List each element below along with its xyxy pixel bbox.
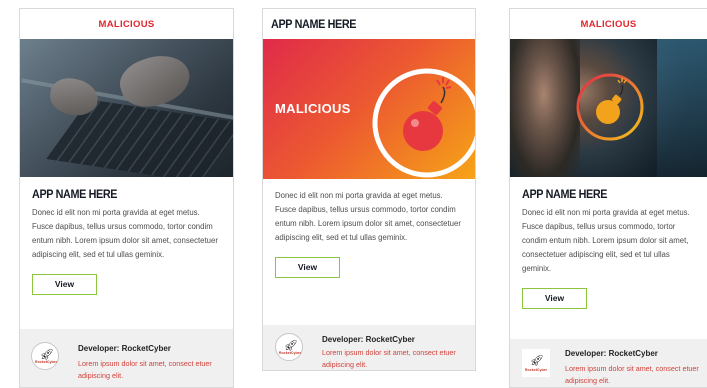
app-image-laptop [20, 39, 233, 177]
app-description: Donec id elit non mi porta gravida at eg… [275, 191, 461, 242]
developer-description: Lorem ipsum dolor sit amet, consect etue… [322, 348, 456, 369]
view-button[interactable]: View [522, 288, 587, 309]
category-bar: MALICIOUS [510, 9, 707, 39]
rocket-icon: 🚀︎ [530, 355, 544, 367]
app-card-1: MALICIOUS APP NAME HERE Donec id elit no… [19, 8, 234, 388]
app-title: APP NAME HERE [522, 187, 608, 201]
developer-logo: 🚀︎ RocketCyber [275, 333, 303, 361]
hero-category-label: MALICIOUS [275, 101, 351, 116]
view-button[interactable]: View [32, 274, 97, 295]
category-bar: MALICIOUS [20, 9, 233, 39]
developer-footer: 🚀︎ RocketCyber Developer: RocketCyber Lo… [20, 329, 233, 387]
developer-name: Developer: RocketCyber [78, 344, 171, 353]
title-bar: APP NAME HERE [263, 9, 475, 39]
developer-description: Lorem ipsum dolor sit amet, consect etue… [565, 364, 699, 385]
developer-logo: 🚀︎ RocketCyber [31, 342, 59, 370]
developer-name: Developer: RocketCyber [565, 349, 658, 358]
developer-description: Lorem ipsum dolor sit amet, consect etue… [78, 359, 212, 380]
app-image-hacker [510, 39, 707, 177]
app-title: APP NAME HERE [271, 17, 357, 31]
category-tag: MALICIOUS [98, 18, 155, 30]
app-title: APP NAME HERE [32, 187, 118, 201]
developer-name: Developer: RocketCyber [322, 335, 415, 344]
developer-logo-text: RocketCyber [278, 351, 302, 355]
developer-logo-text: RocketCyber [524, 368, 548, 372]
bomb-icon [372, 68, 475, 178]
app-description: Donec id elit non mi porta gravida at eg… [522, 208, 690, 273]
bomb-icon [576, 73, 644, 141]
app-card-2: APP NAME HERE MALICIOUS Donec id elit no… [262, 8, 476, 371]
app-hero-banner: MALICIOUS [263, 39, 475, 179]
developer-logo-text: RocketCyber [34, 360, 58, 364]
view-button[interactable]: View [275, 257, 340, 278]
developer-logo: 🚀︎ RocketCyber [522, 349, 550, 377]
app-gallery: MALICIOUS APP NAME HERE Donec id elit no… [0, 0, 707, 388]
app-description: Donec id elit non mi porta gravida at eg… [32, 208, 218, 259]
category-tag: MALICIOUS [580, 18, 637, 30]
developer-footer: 🚀︎ RocketCyber Developer: RocketCyber Lo… [510, 339, 707, 387]
app-card-3: MALICIOUS APP NAME HERE Donec id elit no… [509, 8, 707, 388]
developer-footer: 🚀︎ RocketCyber Developer: RocketCyber Lo… [263, 325, 475, 370]
